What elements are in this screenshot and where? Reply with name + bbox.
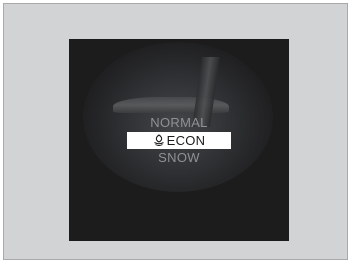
econ-leaf-icon — [153, 134, 164, 146]
mode-item-econ-label: ECON — [166, 133, 206, 148]
drive-mode-list: NORMAL ECON SNOW — [69, 115, 289, 166]
illustration-frame: NORMAL ECON SNOW — [3, 3, 348, 260]
mode-item-econ[interactable]: ECON — [127, 132, 231, 149]
mode-item-snow[interactable]: SNOW — [69, 150, 289, 166]
mode-item-normal[interactable]: NORMAL — [69, 115, 289, 131]
display-screen: NORMAL ECON SNOW — [69, 39, 289, 241]
